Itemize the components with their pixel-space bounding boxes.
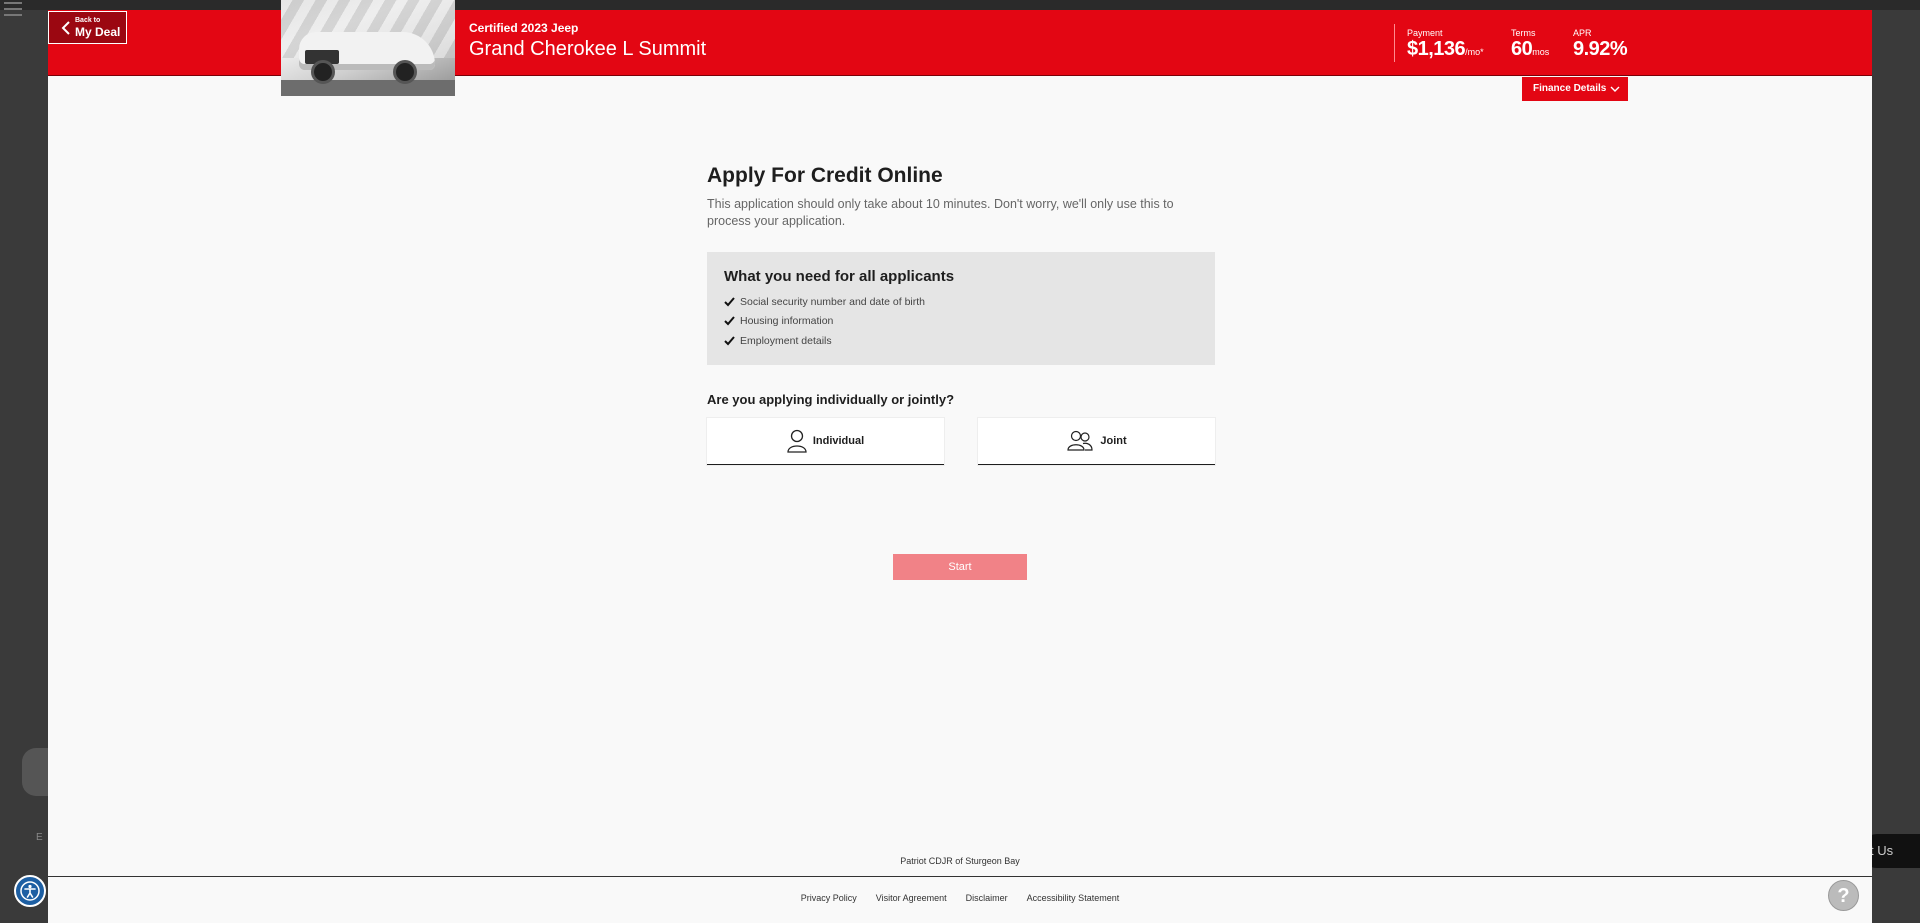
terms-summary: Terms 60mos	[1511, 28, 1549, 61]
accessibility-figure-icon	[20, 881, 40, 901]
finance-details-toggle[interactable]: Finance Details	[1522, 77, 1628, 101]
back-small-label: Back to	[75, 17, 101, 24]
checkmark-icon	[724, 336, 735, 346]
checkmark-icon	[724, 297, 735, 307]
footer-divider	[48, 876, 1872, 877]
terms-unit: mos	[1532, 47, 1550, 57]
joint-option-label: Joint	[1100, 435, 1127, 447]
requirement-text: Social security number and date of birth	[740, 295, 926, 308]
payment-unit: /mo*	[1465, 47, 1484, 57]
requirement-item: Social security number and date of birth	[724, 292, 1198, 312]
requirements-title: What you need for all applicants	[724, 268, 955, 285]
requirement-text: Employment details	[740, 334, 832, 347]
vehicle-photo	[281, 0, 455, 96]
apr-label: APR	[1573, 28, 1592, 38]
back-to-my-deal-button[interactable]: Back to My Deal	[48, 11, 127, 44]
terms-label: Terms	[1511, 28, 1536, 38]
privacy-policy-link[interactable]: Privacy Policy	[801, 893, 857, 903]
vehicle-subtitle: Certified 2023 Jeep	[469, 21, 579, 35]
dealer-name: Patriot CDJR of Sturgeon Bay	[900, 856, 1020, 866]
start-button[interactable]: Start	[893, 554, 1027, 580]
visitor-agreement-link[interactable]: Visitor Agreement	[876, 893, 947, 903]
requirement-item: Housing information	[724, 312, 1198, 332]
terms-value: 60	[1511, 38, 1533, 60]
deal-header: Back to My Deal Certified 2023 Jeep Gran…	[48, 0, 1872, 96]
background-text-fragment: E	[36, 832, 43, 843]
requirement-text: Housing information	[740, 315, 834, 328]
chevron-down-icon	[1610, 86, 1620, 92]
payment-value: $1,136	[1407, 38, 1466, 60]
vehicle-title: Grand Cherokee L Summit	[469, 38, 707, 60]
individual-option-button[interactable]: Individual	[707, 418, 944, 465]
two-people-icon	[1067, 430, 1093, 451]
finance-details-label: Finance Details	[1533, 83, 1607, 94]
checkmark-icon	[724, 316, 735, 326]
accessibility-icon[interactable]	[14, 875, 46, 907]
page-title: Apply For Credit Online	[707, 164, 943, 187]
requirements-panel: What you need for all applicants Social …	[707, 252, 1215, 365]
individual-option-label: Individual	[812, 435, 865, 447]
requirement-item: Employment details	[724, 331, 1198, 351]
back-big-label: My Deal	[75, 25, 121, 39]
footer-links: Privacy Policy Visitor Agreement Disclai…	[48, 893, 1872, 903]
credit-application-modal: Back to My Deal Certified 2023 Jeep Gran…	[48, 0, 1872, 923]
credit-application-content: Apply For Credit Online This application…	[707, 164, 1215, 465]
payment-label: Payment	[1407, 28, 1443, 38]
chevron-left-icon	[61, 21, 70, 35]
apr-value: 9.92%	[1573, 38, 1628, 60]
accessibility-statement-link[interactable]: Accessibility Statement	[1027, 893, 1120, 903]
finance-divider	[1394, 24, 1395, 62]
apr-summary: APR 9.92%	[1573, 28, 1628, 61]
help-button[interactable]: ?	[1828, 880, 1859, 911]
person-icon	[787, 429, 807, 453]
disclaimer-link[interactable]: Disclaimer	[966, 893, 1008, 903]
applicant-type-question: Are you applying individually or jointly…	[707, 392, 955, 407]
payment-summary: Payment $1,136/mo*	[1407, 28, 1484, 61]
applicant-type-choices: Individual Joint	[707, 418, 1215, 465]
hamburger-menu-icon[interactable]	[4, 2, 22, 16]
page-description: This application should only take about …	[707, 197, 1174, 228]
joint-option-button[interactable]: Joint	[978, 418, 1215, 465]
